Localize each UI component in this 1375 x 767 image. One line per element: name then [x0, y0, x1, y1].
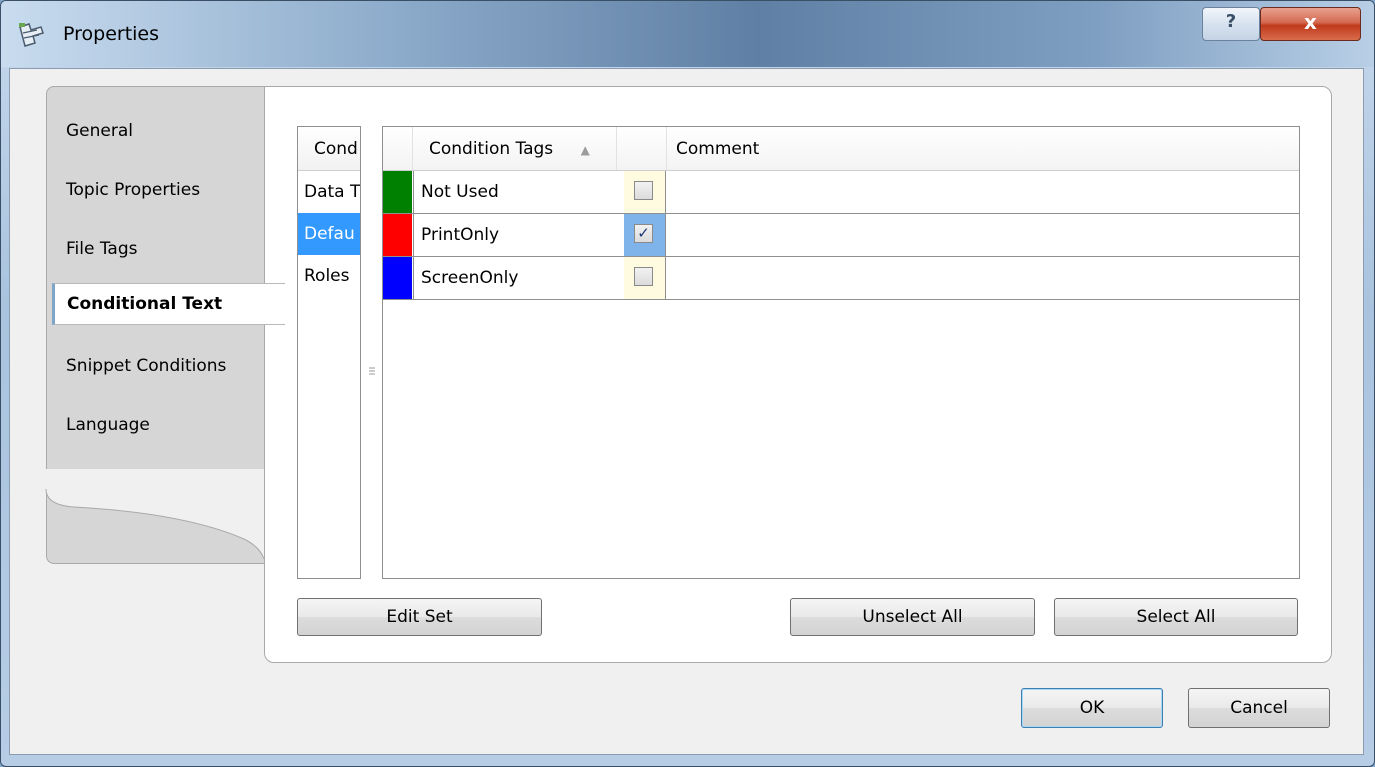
tab-file-tags[interactable]: File Tags [46, 229, 288, 269]
tab-conditional-text[interactable]: Conditional Text [52, 283, 285, 325]
cancel-button[interactable]: Cancel [1188, 688, 1330, 728]
color-column-header[interactable] [383, 127, 413, 170]
grid-header: Condition Tags ▲ Comment [383, 127, 1299, 171]
condition-tags-column-header[interactable]: Condition Tags ▲ [413, 127, 617, 170]
condition-sets-list[interactable]: Cond Data T Defau Roles [297, 126, 361, 579]
dialog-client-area: General Topic Properties File Tags Condi… [9, 68, 1364, 755]
tab-topic-properties[interactable]: Topic Properties [46, 170, 288, 210]
condition-tag-name[interactable]: Not Used [413, 171, 625, 213]
comment-cell[interactable] [666, 171, 1298, 213]
properties-dialog: Properties ? x General Topic Properties … [0, 0, 1375, 767]
tab-panel-curve [45, 469, 265, 559]
condition-set-item[interactable]: Data T [298, 171, 360, 213]
include-checkbox[interactable] [634, 267, 653, 286]
color-swatch[interactable] [383, 171, 412, 213]
title-bar[interactable]: Properties ? x [1, 1, 1374, 67]
select-all-button[interactable]: Select All [1054, 598, 1298, 636]
include-checkbox-cell[interactable] [624, 257, 666, 299]
splitter-grip-icon[interactable] [369, 365, 375, 377]
ok-button[interactable]: OK [1021, 688, 1163, 728]
condition-tags-grid[interactable]: Condition Tags ▲ Comment Not Used PrintO… [382, 126, 1300, 579]
condition-tags-header-label: Condition Tags [429, 139, 554, 159]
condition-tag-name[interactable]: ScreenOnly [413, 257, 625, 299]
grid-row-printonly[interactable]: PrintOnly ✓ [383, 214, 1299, 257]
tab-general[interactable]: General [46, 111, 288, 151]
edit-set-button[interactable]: Edit Set [297, 598, 542, 636]
condition-sets-header[interactable]: Cond [298, 127, 360, 171]
condition-set-item-selected[interactable]: Defau [298, 213, 360, 255]
close-button[interactable]: x [1260, 7, 1361, 41]
tab-language[interactable]: Language [46, 405, 288, 445]
color-swatch[interactable] [383, 257, 412, 299]
grid-row-screenonly[interactable]: ScreenOnly [383, 257, 1299, 300]
include-checkbox-cell[interactable] [624, 171, 666, 213]
condition-set-item[interactable]: Roles [298, 255, 360, 297]
comment-column-header[interactable]: Comment [666, 127, 1298, 170]
tab-snippet-conditions[interactable]: Snippet Conditions [46, 346, 288, 386]
include-column-header[interactable] [617, 127, 667, 170]
grid-row-not-used[interactable]: Not Used [383, 171, 1299, 214]
color-swatch[interactable] [383, 214, 412, 256]
window-title: Properties [63, 23, 160, 45]
help-button[interactable]: ? [1202, 7, 1260, 41]
comment-cell[interactable] [666, 214, 1298, 256]
conditional-text-panel: Cond Data T Defau Roles Condition Tags ▲ [264, 86, 1332, 663]
include-checkbox-checked[interactable]: ✓ [634, 224, 653, 243]
condition-tag-name[interactable]: PrintOnly [413, 214, 625, 256]
include-checkbox[interactable] [634, 181, 653, 200]
sort-ascending-icon: ▲ [580, 143, 590, 157]
properties-app-icon [19, 23, 44, 47]
comment-cell[interactable] [666, 257, 1298, 299]
include-checkbox-cell[interactable]: ✓ [624, 214, 666, 256]
unselect-all-button[interactable]: Unselect All [790, 598, 1035, 636]
